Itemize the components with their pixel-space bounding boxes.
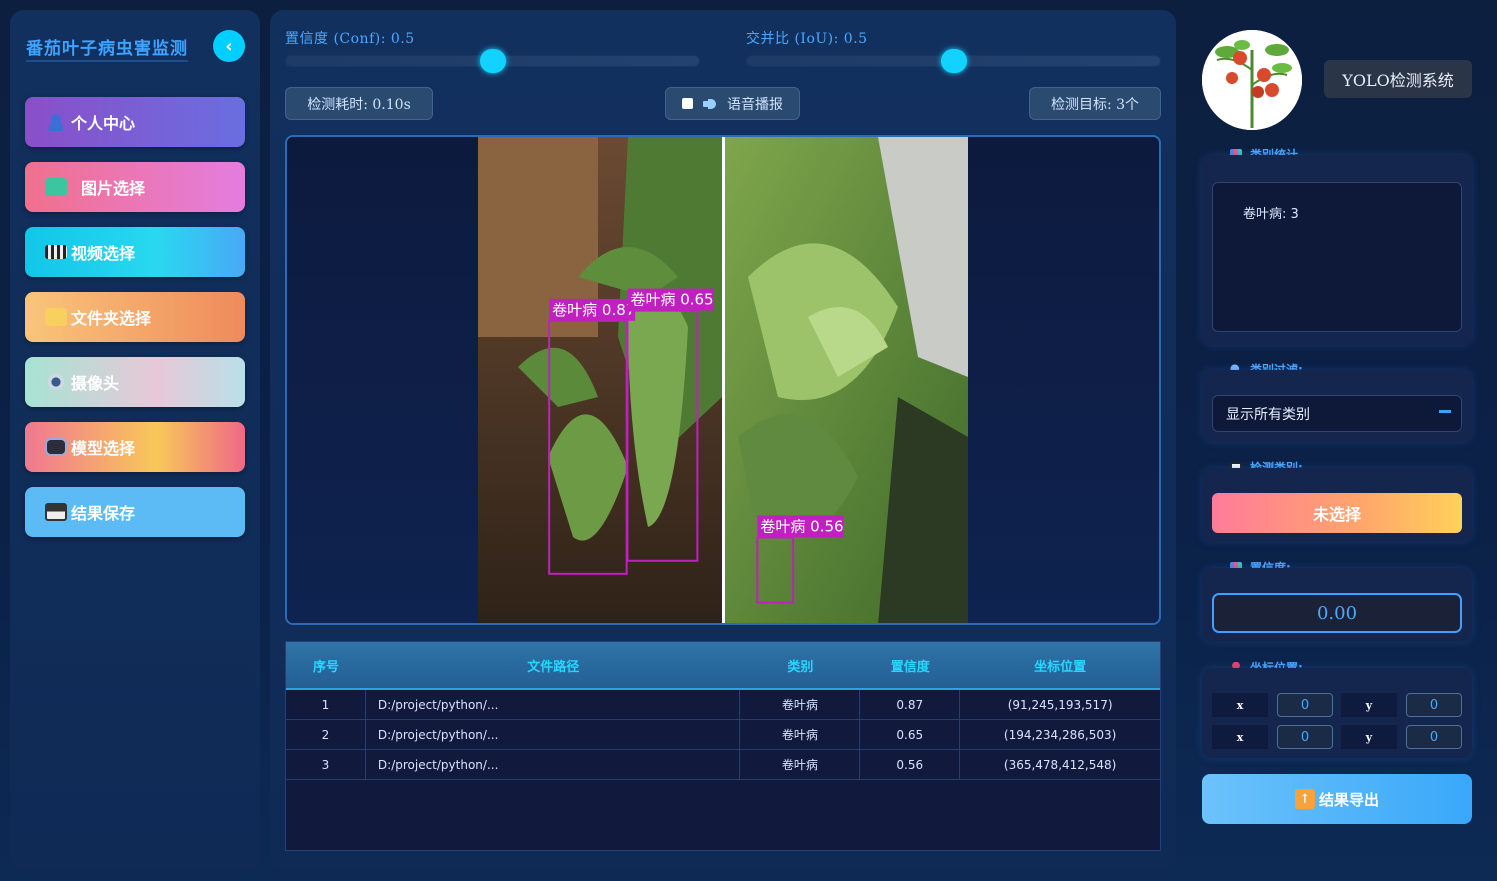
class-filter-select[interactable]: 显示所有类别 <box>1212 395 1462 432</box>
filter-card: 显示所有类别 <box>1202 370 1472 442</box>
iou-slider-label: 交并比 (IoU): 0.5 <box>746 31 868 47</box>
conf-slider-thumb[interactable] <box>480 49 506 73</box>
cell-class: 卷叶病 <box>740 689 861 720</box>
cell-path: D:/project/python/... <box>366 749 741 780</box>
export-results-button[interactable]: ↑ 结果导出 <box>1202 774 1472 824</box>
cell-index: 2 <box>286 719 366 750</box>
nav-label: 文件夹选择 <box>71 309 152 328</box>
nav-label: 摄像头 <box>71 374 120 393</box>
cell-index: 1 <box>286 689 366 720</box>
nav-label: 个人中心 <box>71 114 136 133</box>
col-header-path[interactable]: 文件路径 <box>366 656 741 675</box>
confidence-value-display: 0.00 <box>1212 593 1462 633</box>
bounding-box-label: 卷叶病 0.65 <box>630 291 713 309</box>
voice-label: 语音播报 <box>727 96 783 113</box>
nav-label: 结果保存 <box>71 504 136 523</box>
results-table: 序号 文件路径 类别 置信度 坐标位置 1 D:/project/python/… <box>285 641 1161 851</box>
collapse-sidebar-button[interactable]: ‹ <box>213 30 245 62</box>
coords-card: x 0 y 0 x 0 y 0 <box>1202 668 1472 758</box>
coord-y1-label: y <box>1341 693 1397 717</box>
col-header-class[interactable]: 类别 <box>740 656 860 675</box>
chevron-left-icon: ‹ <box>225 35 233 57</box>
voice-broadcast-toggle[interactable]: 语音播报 <box>665 87 800 120</box>
folder-icon <box>45 308 67 326</box>
coord-x2-label: x <box>1212 725 1268 749</box>
clapper-icon <box>45 245 67 259</box>
coord-y1-value: 0 <box>1406 693 1462 717</box>
right-panel: YOLO检测系统 类别统计 卷叶病: 3 类别过滤: 显示所有类别 检测类别: … <box>1186 10 1486 870</box>
bounding-box-label: 卷叶病 0.87 <box>552 301 635 319</box>
table-header: 序号 文件路径 类别 置信度 坐标位置 <box>286 642 1160 690</box>
tomato-logo <box>1202 30 1302 130</box>
nav-image-select-button[interactable]: 图片选择 <box>25 162 245 212</box>
sidebar: 番茄叶子病虫害监测 ‹ 个人中心 图片选择 视频选择 文件夹选择 摄像头 模型选… <box>10 10 260 870</box>
col-header-index[interactable]: 序号 <box>286 656 366 675</box>
voice-checkbox[interactable] <box>682 98 693 109</box>
speaker-icon <box>703 98 717 109</box>
person-icon <box>45 113 67 131</box>
stats-card: 卷叶病: 3 <box>1202 155 1472 345</box>
floppy-icon <box>45 503 67 521</box>
cell-path: D:/project/python/... <box>366 719 741 750</box>
image-icon <box>45 178 67 196</box>
confidence-card: 0.00 <box>1202 568 1472 642</box>
cell-confidence: 0.65 <box>860 719 961 750</box>
cell-class: 卷叶病 <box>740 749 861 780</box>
app-title: 番茄叶子病虫害监测 <box>26 34 188 62</box>
dropdown-indicator-icon <box>1439 410 1451 413</box>
nav-label: 图片选择 <box>81 179 146 198</box>
nav-save-results-button[interactable]: 结果保存 <box>25 487 245 537</box>
webcam-icon <box>45 373 67 391</box>
nav-label: 模型选择 <box>71 439 136 458</box>
conf-slider-label: 置信度 (Conf): 0.5 <box>285 31 415 47</box>
main-panel: 置信度 (Conf): 0.5 交并比 (IoU): 0.5 检测耗时: 0.1… <box>270 10 1176 870</box>
table-row[interactable]: 2 D:/project/python/... 卷叶病 0.65 (194,23… <box>286 719 1160 750</box>
detect-class-selector[interactable]: 未选择 <box>1212 493 1462 533</box>
cell-confidence: 0.87 <box>860 689 961 720</box>
cell-path: D:/project/python/... <box>366 689 741 720</box>
cell-coords: (194,234,286,503) <box>1003 727 1117 742</box>
table-row[interactable]: 3 D:/project/python/... 卷叶病 0.56 (365,47… <box>286 749 1160 780</box>
coord-y2-value: 0 <box>1406 725 1462 749</box>
detection-photo: 卷叶病 0.87卷叶病 0.65 卷叶病 0.56 <box>478 137 968 623</box>
system-title: YOLO检测系统 <box>1324 60 1472 98</box>
coord-x1-value: 0 <box>1277 693 1333 717</box>
nav-camera-button[interactable]: 摄像头 <box>25 357 245 407</box>
detection-image-frame: 卷叶病 0.87 卷叶病 0.65 卷叶病 0.56 <box>285 135 1161 625</box>
nav-folder-select-button[interactable]: 文件夹选择 <box>25 292 245 342</box>
nav-label: 视频选择 <box>71 244 136 263</box>
class-stats-box: 卷叶病: 3 <box>1212 182 1462 332</box>
col-header-confidence[interactable]: 置信度 <box>860 656 960 675</box>
detection-time-display: 检测耗时: 0.10s <box>285 87 433 120</box>
cell-confidence: 0.56 <box>860 749 961 780</box>
nav-model-select-button[interactable]: 模型选择 <box>25 422 245 472</box>
detect-class-card: 未选择 <box>1202 468 1472 542</box>
col-header-coords[interactable]: 坐标位置 <box>960 656 1160 675</box>
cell-coords: (365,478,412,548) <box>1003 757 1117 772</box>
table-row[interactable]: 1 D:/project/python/... 卷叶病 0.87 (91,245… <box>286 689 1160 720</box>
bounding-box-label: 卷叶病 0.56 <box>760 518 843 536</box>
robot-icon <box>45 438 67 456</box>
cell-class: 卷叶病 <box>740 719 861 750</box>
detected-targets-display: 检测目标: 3个 <box>1029 87 1161 120</box>
coord-y2-label: y <box>1341 725 1397 749</box>
cell-index: 3 <box>286 749 366 780</box>
tomato-plant-icon <box>1202 30 1302 130</box>
cell-coords: (91,245,193,517) <box>1007 697 1113 712</box>
coord-x1-label: x <box>1212 693 1268 717</box>
iou-slider-thumb[interactable] <box>941 49 967 73</box>
upload-arrow-icon: ↑ <box>1294 789 1315 809</box>
coord-x2-value: 0 <box>1277 725 1333 749</box>
nav-video-select-button[interactable]: 视频选择 <box>25 227 245 277</box>
nav-personal-center-button[interactable]: 个人中心 <box>25 97 245 147</box>
